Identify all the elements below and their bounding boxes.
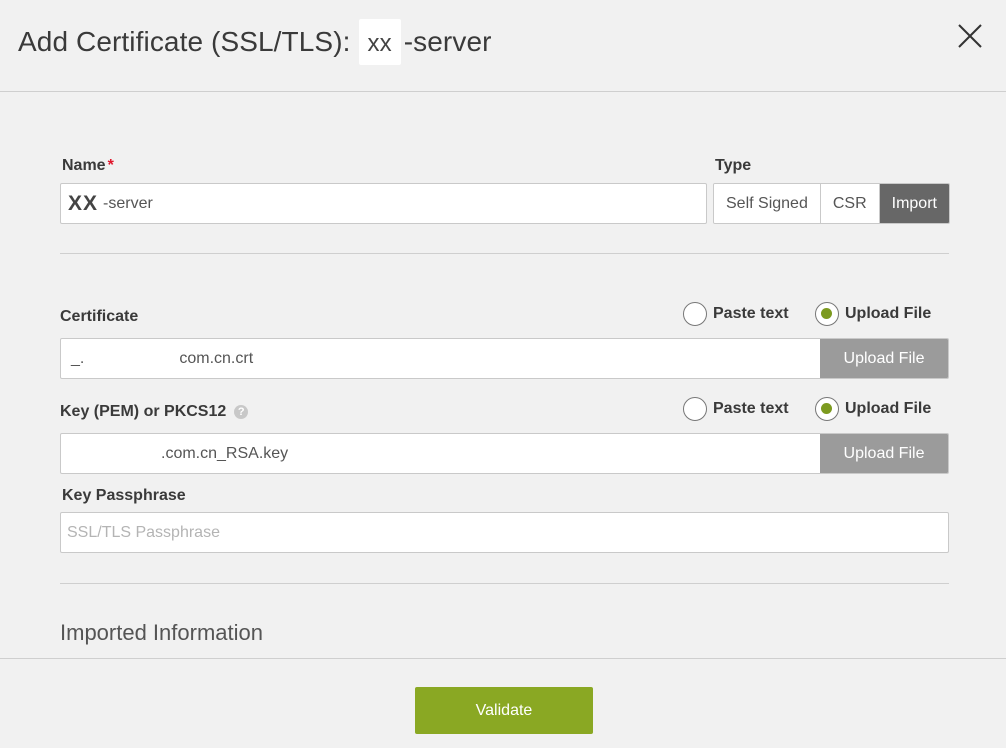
name-value-rest: -server xyxy=(103,194,153,212)
certificate-upload-file-radio[interactable]: Upload File xyxy=(815,302,931,326)
certificate-file-prefix: _. xyxy=(71,349,85,367)
key-file-row: .com.cn_RSA.key Upload File xyxy=(60,433,949,474)
name-input[interactable]: XX -server xyxy=(60,183,707,224)
certificate-label: Certificate xyxy=(60,308,139,325)
key-paste-text-label: Paste text xyxy=(713,400,789,417)
key-label-text: Key (PEM) or PKCS12 xyxy=(60,403,227,420)
dialog-footer: Validate xyxy=(0,658,1006,748)
dialog-header: Add Certificate (SSL/TLS): xx -server xyxy=(0,0,1006,92)
dialog-title-suffix: -server xyxy=(403,26,492,57)
validate-button[interactable]: Validate xyxy=(415,687,593,734)
required-mark: * xyxy=(107,157,114,174)
dialog-body: Name * XX -server Type Self Signed CSR Im… xyxy=(0,92,1006,658)
question-icon[interactable]: ? xyxy=(234,404,249,419)
type-segmented-control: Self Signed CSR Import xyxy=(713,183,950,224)
passphrase-input[interactable] xyxy=(60,512,949,553)
imported-information-heading: Imported Information xyxy=(60,620,263,645)
certificate-upload-button[interactable]: Upload File xyxy=(820,339,948,378)
dialog-title: Add Certificate (SSL/TLS): xx -server xyxy=(18,18,492,66)
passphrase-label: Key Passphrase xyxy=(62,487,186,504)
certificate-file-suffix: com.cn.crt xyxy=(179,349,254,367)
key-file-field[interactable]: .com.cn_RSA.key xyxy=(61,434,820,473)
type-self-signed-button[interactable]: Self Signed xyxy=(714,184,821,223)
key-upload-button[interactable]: Upload File xyxy=(820,434,948,473)
divider xyxy=(60,583,949,584)
radio-checked-icon xyxy=(815,302,839,326)
name-label: Name * xyxy=(62,157,114,175)
close-button[interactable] xyxy=(956,22,984,50)
type-label: Type xyxy=(715,157,752,174)
certificate-paste-text-radio[interactable]: Paste text xyxy=(683,302,789,326)
certificate-paste-text-label: Paste text xyxy=(713,305,789,322)
type-import-button[interactable]: Import xyxy=(879,184,949,223)
certificate-file-row: _. com.cn.crt Upload File xyxy=(60,338,949,379)
key-file-value: .com.cn_RSA.key xyxy=(161,444,289,462)
certificate-file-field[interactable]: _. com.cn.crt xyxy=(61,339,820,378)
name-value-bold: XX xyxy=(68,191,99,215)
key-paste-text-radio[interactable]: Paste text xyxy=(683,397,789,421)
certificate-upload-file-label: Upload File xyxy=(845,305,932,322)
close-icon xyxy=(958,24,982,48)
key-upload-file-label: Upload File xyxy=(845,400,932,417)
name-label-text: Name xyxy=(62,157,106,174)
dialog-title-prefix: Add Certificate (SSL/TLS): xyxy=(18,26,351,57)
radio-unchecked-icon xyxy=(683,302,707,326)
type-csr-button[interactable]: CSR xyxy=(820,184,880,223)
dialog-title-chip: xx xyxy=(358,19,401,65)
key-label: Key (PEM) or PKCS12? xyxy=(60,403,249,421)
divider xyxy=(60,253,949,254)
key-upload-file-radio[interactable]: Upload File xyxy=(815,397,931,421)
radio-unchecked-icon xyxy=(683,397,707,421)
radio-checked-icon xyxy=(815,397,839,421)
